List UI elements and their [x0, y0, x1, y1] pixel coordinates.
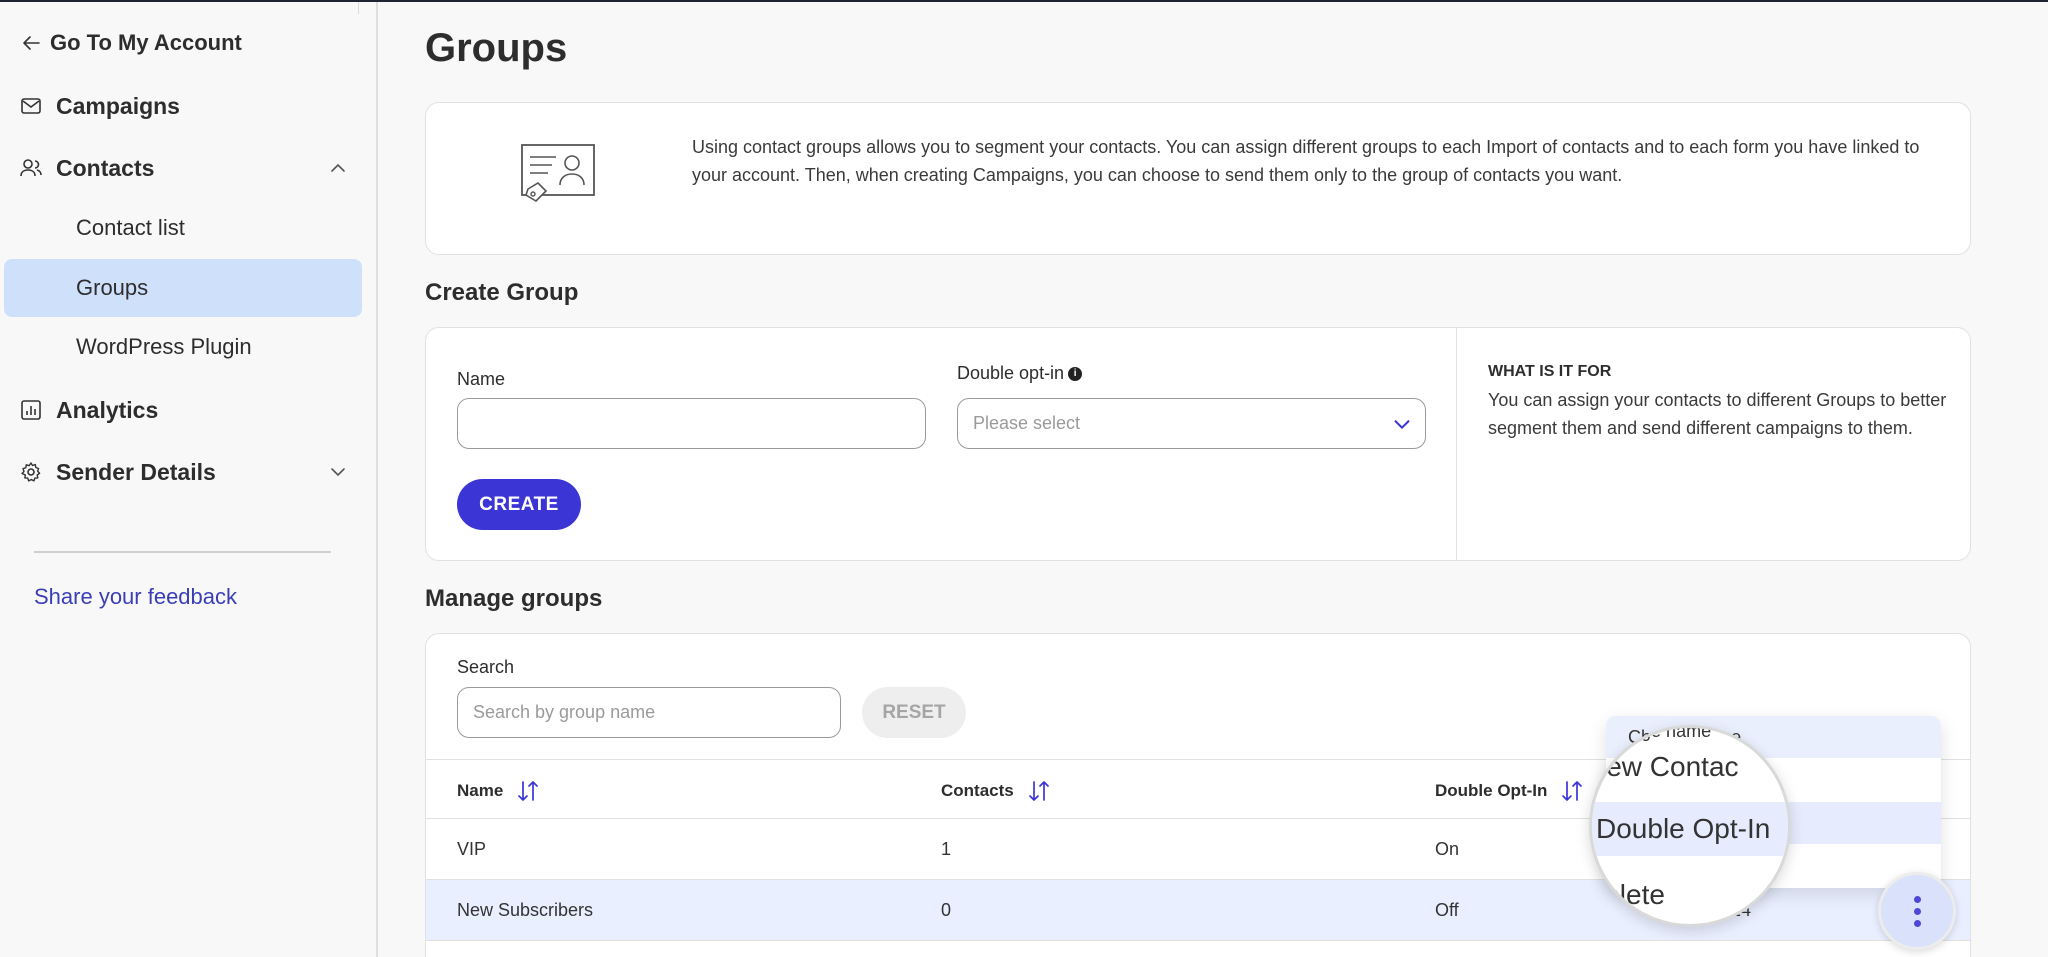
- sidebar-item-contacts[interactable]: Contacts: [0, 143, 378, 193]
- sidebar-item-analytics[interactable]: Analytics: [0, 385, 378, 435]
- sidebar-divider: [34, 551, 331, 553]
- arrow-left-icon: [18, 30, 44, 56]
- go-to-account-link[interactable]: Go To My Account: [0, 18, 378, 68]
- what-is-it-for-text: You can assign your contacts to differen…: [1488, 390, 1947, 438]
- chart-icon: [18, 397, 44, 423]
- sidebar: Go To My Account Campaigns Contacts Cont…: [0, 2, 378, 957]
- cell-name: VIP: [457, 839, 487, 859]
- magnifier-lens: Change name iew Contac Double Opt-In Del…: [1589, 725, 1791, 927]
- info-icon[interactable]: i: [1068, 367, 1083, 381]
- cell-contacts: 0: [941, 900, 952, 920]
- double-optin-select[interactable]: Please select: [957, 398, 1426, 449]
- column-header-contacts[interactable]: Contacts: [941, 778, 1052, 804]
- magnified-item: Double Opt-In: [1592, 802, 1788, 856]
- sidebar-item-contact-list[interactable]: Contact list: [4, 199, 362, 257]
- search-input[interactable]: [457, 687, 841, 738]
- sidebar-item-wordpress-plugin[interactable]: WordPress Plugin: [4, 318, 362, 376]
- column-header-double-optin[interactable]: Double Opt-In: [1435, 778, 1585, 804]
- column-label: Double Opt-In: [1435, 781, 1548, 800]
- chevron-down-icon[interactable]: [326, 460, 350, 484]
- double-optin-label: Double opt-in: [957, 363, 1065, 383]
- create-group-title: Create Group: [425, 279, 579, 306]
- double-optin-placeholder: Please select: [973, 413, 1081, 433]
- manage-groups-title: Manage groups: [425, 585, 603, 612]
- sort-icon[interactable]: [1026, 778, 1052, 804]
- contact-card-illustration: [521, 144, 595, 203]
- create-group-card: Name Double opt-in i Please select CREATE…: [425, 327, 1971, 561]
- sidebar-item-label: Groups: [76, 275, 149, 300]
- intro-text: Using contact groups allows you to segme…: [692, 137, 1920, 185]
- users-icon: [18, 155, 44, 181]
- what-is-it-for-title: WHAT IS IT FOR: [1488, 363, 1612, 380]
- cell-contacts: 1: [941, 839, 952, 859]
- gear-icon: [18, 459, 44, 485]
- sidebar-item-label: Analytics: [56, 396, 159, 423]
- card-divider: [1456, 328, 1457, 560]
- sidebar-item-label: Contact list: [76, 215, 185, 240]
- sidebar-item-label: WordPress Plugin: [76, 334, 252, 359]
- column-label: Name: [457, 781, 504, 800]
- cell-name: New Subscribers: [457, 900, 594, 920]
- magnified-item: iew Contac: [1600, 751, 1739, 782]
- row-actions-button[interactable]: [1878, 872, 1956, 950]
- mail-icon: [18, 93, 44, 119]
- column-header-name[interactable]: Name: [457, 778, 541, 804]
- page-title: Groups: [425, 26, 568, 70]
- kebab-icon: [1913, 895, 1921, 927]
- share-feedback-link[interactable]: Share your feedback: [34, 584, 237, 610]
- chevron-down-icon: [1394, 420, 1410, 429]
- name-label: Name: [457, 369, 506, 389]
- group-name-input[interactable]: [457, 398, 926, 449]
- cell-optin: Off: [1435, 900, 1459, 920]
- sidebar-item-label: Sender Details: [56, 458, 216, 485]
- intro-card: Using contact groups allows you to segme…: [425, 102, 1971, 255]
- chevron-up-icon[interactable]: [326, 156, 350, 180]
- sidebar-item-label: Contacts: [56, 154, 155, 181]
- reset-button[interactable]: RESET: [862, 687, 966, 738]
- magnified-item: Delete: [1589, 879, 1665, 910]
- sidebar-item-groups[interactable]: Groups: [4, 259, 362, 317]
- sidebar-item-sender-details[interactable]: Sender Details: [0, 447, 378, 497]
- double-optin-label-wrap: Double opt-in i: [957, 363, 1083, 384]
- sidebar-item-campaigns[interactable]: Campaigns: [0, 81, 378, 131]
- sidebar-item-label: Campaigns: [56, 92, 180, 119]
- cell-optin: On: [1435, 839, 1460, 859]
- divider: [358, 2, 359, 14]
- sort-icon[interactable]: [1559, 778, 1585, 804]
- create-button[interactable]: CREATE: [457, 479, 581, 530]
- go-to-account-label: Go To My Account: [50, 30, 242, 55]
- column-label: Contacts: [941, 781, 1014, 800]
- search-label: Search: [457, 657, 515, 677]
- sort-icon[interactable]: [515, 778, 541, 804]
